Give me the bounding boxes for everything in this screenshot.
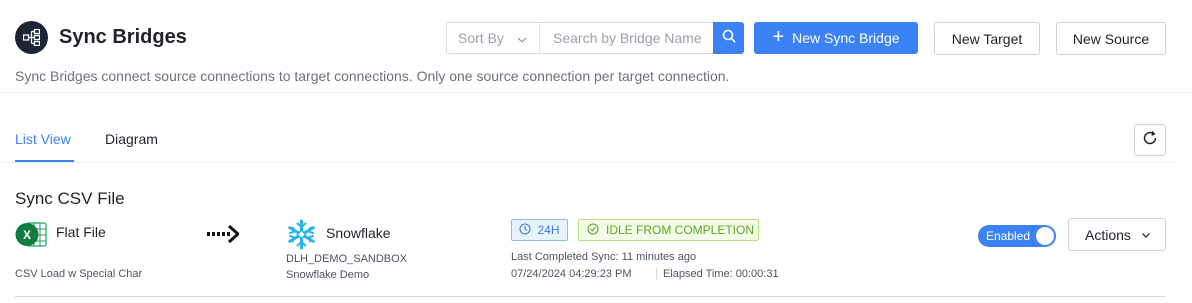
target-name: Snowflake: [326, 225, 391, 241]
new-sync-bridge-label: New Sync Bridge: [792, 30, 900, 46]
status-label: IDLE FROM COMPLETION: [606, 223, 755, 237]
search-input[interactable]: [539, 22, 714, 54]
clock-icon: [519, 222, 532, 238]
toggle-knob: [1036, 227, 1054, 245]
svg-text:X: X: [23, 228, 31, 242]
frequency-label: 24H: [537, 223, 560, 237]
sync-timestamp: 07/24/2024 04:29:23 PM: [511, 268, 632, 280]
enabled-toggle[interactable]: Enabled: [978, 225, 1056, 247]
page-description: Sync Bridges connect source connections …: [15, 68, 730, 84]
chevron-down-icon: [1141, 227, 1151, 243]
actions-dropdown-button[interactable]: Actions: [1068, 218, 1166, 251]
snowflake-icon: [286, 219, 317, 250]
search-button[interactable]: [713, 22, 744, 54]
check-circle-icon: [587, 222, 599, 238]
excel-icon: X: [15, 220, 47, 249]
row-divider: [15, 296, 1166, 297]
enabled-toggle-label: Enabled: [986, 229, 1031, 243]
sort-by-select[interactable]: Sort By: [446, 22, 539, 54]
actions-label: Actions: [1085, 226, 1131, 243]
source-name: Flat File: [56, 224, 106, 240]
target-database: DLH_DEMO_SANDBOX: [286, 253, 408, 265]
new-source-button[interactable]: New Source: [1056, 22, 1166, 55]
bridge-name[interactable]: Sync CSV File: [15, 189, 125, 209]
target-description: Snowflake Demo: [286, 269, 370, 281]
sync-separator: [656, 268, 657, 280]
bridge-network-icon: [15, 21, 48, 54]
page-title: Sync Bridges: [59, 26, 187, 48]
tab-diagram[interactable]: Diagram: [105, 131, 158, 147]
last-completed-sync: Last Completed Sync: 11 minutes ago: [511, 251, 697, 263]
header-divider: [0, 92, 1192, 93]
status-badge: IDLE FROM COMPLETION: [578, 219, 759, 241]
frequency-badge: 24H: [511, 219, 568, 241]
refresh-button[interactable]: [1134, 124, 1166, 156]
sort-by-label: Sort By: [458, 30, 504, 46]
search-icon: [722, 29, 736, 48]
new-sync-bridge-button[interactable]: + New Sync Bridge: [754, 22, 918, 54]
elapsed-time: Elapsed Time: 00:00:31: [663, 268, 779, 280]
chevron-down-icon: [517, 32, 527, 48]
tab-list-view[interactable]: List View: [15, 131, 71, 147]
tabs-divider: [0, 162, 1176, 163]
plus-icon: +: [772, 26, 785, 48]
source-description: CSV Load w Special Char: [15, 268, 143, 280]
dotted-arrow-right-icon: [207, 224, 241, 244]
new-target-button[interactable]: New Target: [934, 22, 1040, 55]
refresh-icon: [1142, 130, 1158, 151]
